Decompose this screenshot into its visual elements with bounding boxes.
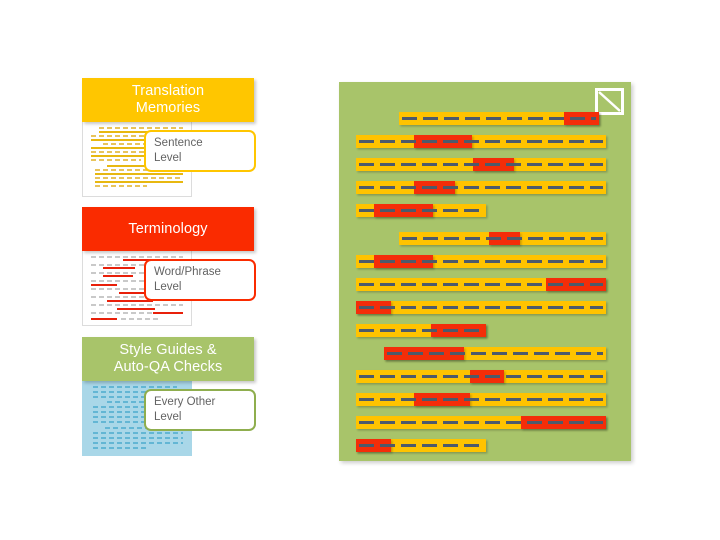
header-line-2: Auto-QA Checks xyxy=(113,359,223,375)
segment-row xyxy=(356,135,606,148)
segment-highlight xyxy=(356,301,391,314)
segment-row xyxy=(356,255,606,268)
callout-line-2: Level xyxy=(154,280,182,293)
segment-highlight xyxy=(414,393,470,406)
segment-highlight xyxy=(521,416,606,429)
callout-word-phrase-level[interactable]: Word/Phrase Level xyxy=(144,259,256,301)
segment-highlight xyxy=(384,347,464,360)
callout-line-2: Level xyxy=(154,410,182,423)
header-line-1: Terminology xyxy=(128,220,208,237)
segment-row xyxy=(399,112,599,125)
segment-base xyxy=(356,135,606,148)
document-panel xyxy=(339,82,631,461)
segment-row xyxy=(384,347,606,360)
segment-row xyxy=(356,301,606,314)
header-line-2: Memories xyxy=(135,100,201,116)
segment-row xyxy=(356,204,486,217)
callout-every-other-level[interactable]: Every Other Level xyxy=(144,389,256,431)
callout-line-1: Every Other xyxy=(154,396,216,408)
segment-row xyxy=(399,232,606,245)
header-line-1: Translation xyxy=(131,83,205,99)
segment-row xyxy=(356,181,606,194)
header-translation-memories[interactable]: Translation Memories xyxy=(82,78,254,122)
segment-highlight xyxy=(489,232,520,245)
callout-line-1: Sentence xyxy=(154,137,203,149)
segment-base xyxy=(356,301,606,314)
segment-row xyxy=(356,393,606,406)
callout-line-1: Word/Phrase xyxy=(154,266,221,278)
group-style-guides-auto-qa[interactable]: Style Guides & Auto-QA Checks Every Othe… xyxy=(82,337,258,456)
segment-highlight xyxy=(431,324,486,337)
segment-base xyxy=(356,393,606,406)
group-translation-memories[interactable]: Translation Memories Sentence Level xyxy=(82,78,258,197)
group-terminology[interactable]: Terminology Word/Phrase Level xyxy=(82,207,258,326)
segment-highlight xyxy=(564,112,599,125)
segment-row xyxy=(356,439,486,452)
segment-highlight xyxy=(374,204,433,217)
segment-row xyxy=(356,158,606,171)
segment-row xyxy=(356,416,606,429)
callout-sentence-level[interactable]: Sentence Level xyxy=(144,130,256,172)
segment-highlight xyxy=(473,158,514,171)
segment-highlight xyxy=(414,135,472,148)
segment-highlight xyxy=(356,439,391,452)
segment-row xyxy=(356,278,606,291)
segment-base xyxy=(356,181,606,194)
diagonal-slash-square-icon xyxy=(595,88,624,115)
header-style-guides-auto-qa[interactable]: Style Guides & Auto-QA Checks xyxy=(82,337,254,381)
segment-highlight xyxy=(374,255,433,268)
header-terminology[interactable]: Terminology xyxy=(82,207,254,251)
callout-line-2: Level xyxy=(154,151,182,164)
segment-highlight xyxy=(414,181,455,194)
segment-row xyxy=(356,324,486,337)
segment-highlight xyxy=(470,370,504,383)
slide-canvas: Translation Memories Sentence Level Term… xyxy=(0,0,720,540)
segment-highlight xyxy=(546,278,606,291)
header-line-1: Style Guides & xyxy=(119,342,217,358)
segment-row xyxy=(356,370,606,383)
